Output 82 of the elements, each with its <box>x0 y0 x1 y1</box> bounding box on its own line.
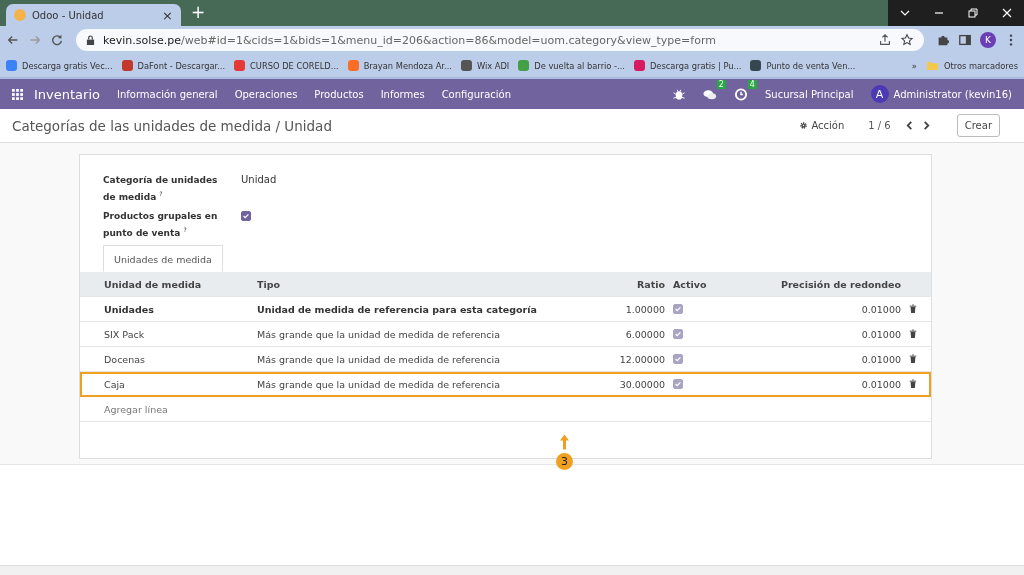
nav-menu-item[interactable]: Operaciones <box>234 88 298 100</box>
apps-grid-icon[interactable] <box>12 88 23 100</box>
folder-icon <box>925 60 939 71</box>
new-tab-button[interactable]: + <box>191 2 206 22</box>
bookmark[interactable]: Brayan Mendoza Ar... <box>347 60 452 71</box>
table-cell: Docenas <box>80 346 253 372</box>
share-icon[interactable] <box>878 33 892 47</box>
column-header[interactable]: Precisión de redondeo <box>737 272 905 297</box>
company-switcher[interactable]: Sucursal Principal <box>764 88 854 100</box>
bookmark[interactable]: Wix ADI <box>460 60 510 71</box>
message-count-badge: 2 <box>716 79 726 89</box>
bookmark[interactable]: Descarga gratis Vec... <box>6 60 113 71</box>
gear-icon <box>799 121 809 130</box>
star-icon[interactable] <box>900 33 914 47</box>
table-cell: Más grande que la unidad de medida de referencia <box>253 346 581 372</box>
action-button[interactable]: Acción <box>799 120 845 131</box>
form-tab[interactable]: Unidades de medida <box>103 245 223 272</box>
side-panel-icon[interactable] <box>958 33 972 47</box>
table-cell: SIX Pack <box>80 321 253 347</box>
bookmark[interactable]: Descarga gratis | Pu... <box>634 60 742 71</box>
other-bookmarks[interactable]: Otros marcadores <box>925 60 1018 71</box>
table-cell: 0.01000 <box>737 371 905 397</box>
bookmark[interactable]: De vuelta al barrio -... <box>518 60 625 71</box>
column-header[interactable]: Ratio <box>581 272 669 297</box>
trash-icon[interactable] <box>909 354 917 364</box>
add-line-link[interactable]: Agregar línea <box>84 403 168 415</box>
previous-icon[interactable] <box>904 120 914 131</box>
table-cell: 30.00000 <box>581 371 669 397</box>
more-bookmarks-button[interactable]: » <box>911 60 917 71</box>
url-text: kevin.solse.pe/web#id=1&cids=1&bids=1&menu_id=206&action=86&model=uom.category&view_type=form <box>103 33 716 47</box>
table-cell: Más grande que la unidad de medida de referencia <box>253 371 581 397</box>
app-name[interactable]: Inventario <box>34 86 100 102</box>
table-cell: 0.01000 <box>737 296 905 322</box>
tab-title: Odoo - Unidad <box>32 9 105 21</box>
user-avatar[interactable]: A <box>870 85 889 103</box>
puzzle-icon[interactable] <box>936 33 950 47</box>
scrollbar[interactable] <box>0 565 1024 575</box>
table-cell: Más grande que la unidad de medida de referencia <box>253 321 581 347</box>
next-icon[interactable] <box>921 120 931 131</box>
field-value: Unidad <box>241 174 277 187</box>
step-number: 3 <box>556 453 573 470</box>
column-header[interactable]: Unidad de medida <box>80 272 253 297</box>
nav-menu-item[interactable]: Información general <box>117 88 218 100</box>
profile-avatar[interactable]: K <box>980 32 996 48</box>
table-cell: 1.00000 <box>581 296 669 322</box>
column-header[interactable]: Tipo <box>253 272 581 297</box>
address-bar[interactable]: kevin.solse.pe/web#id=1&cids=1&bids=1&menu_id=206&action=86&model=uom.category&view_type=form <box>76 29 924 51</box>
user-menu[interactable]: Administrator (kevin16) <box>893 88 1012 100</box>
trash-icon[interactable] <box>909 304 917 314</box>
bookmark[interactable]: Punto de venta Ven... <box>750 60 856 71</box>
lock-icon <box>86 34 95 46</box>
nav-menu-item[interactable]: Productos <box>314 88 364 100</box>
trash-icon[interactable] <box>909 379 917 389</box>
table-cell: 12.00000 <box>581 346 669 372</box>
table-cell: Unidades <box>80 296 253 322</box>
clock-icon[interactable] <box>733 87 748 101</box>
close-tab-button[interactable]: × <box>162 7 173 23</box>
activity-count-badge: 4 <box>747 79 757 89</box>
breadcrumb: Categorías de las unidades de medida / Unidad <box>12 117 332 134</box>
field-label: Productos grupales en punto de venta $^{?}$ <box>103 210 219 240</box>
checkbox[interactable] <box>241 211 251 221</box>
column-header[interactable]: Activo <box>669 272 737 297</box>
field-label: Categoría de unidades de medida $^{?}$ <box>103 174 219 204</box>
table-cell: 6.00000 <box>581 321 669 347</box>
nav-menu-item[interactable]: Informes <box>380 88 425 100</box>
table-cell: Caja <box>80 371 253 397</box>
create-button[interactable]: Crear <box>956 114 1000 137</box>
favicon-icon <box>14 9 26 21</box>
bookmark[interactable]: DaFont - Descargar... <box>121 60 226 71</box>
browser-tab[interactable]: Odoo - Unidad × <box>6 4 181 26</box>
reload-icon[interactable] <box>50 33 64 47</box>
table-cell: Unidad de medida de referencia para esta categoría <box>253 296 581 322</box>
table-cell: 0.01000 <box>737 346 905 372</box>
arrow-up-icon <box>560 434 569 450</box>
pager-value: 1 / 6 <box>868 120 891 131</box>
bookmark[interactable]: CURSO DE CORELD... <box>234 60 339 71</box>
back-icon[interactable] <box>6 33 20 47</box>
bug-icon[interactable] <box>671 87 686 101</box>
chat-icon[interactable] <box>702 87 717 101</box>
nav-menu-item[interactable]: Configuración <box>441 88 512 100</box>
trash-icon[interactable] <box>909 329 917 339</box>
table-cell: 0.01000 <box>737 321 905 347</box>
